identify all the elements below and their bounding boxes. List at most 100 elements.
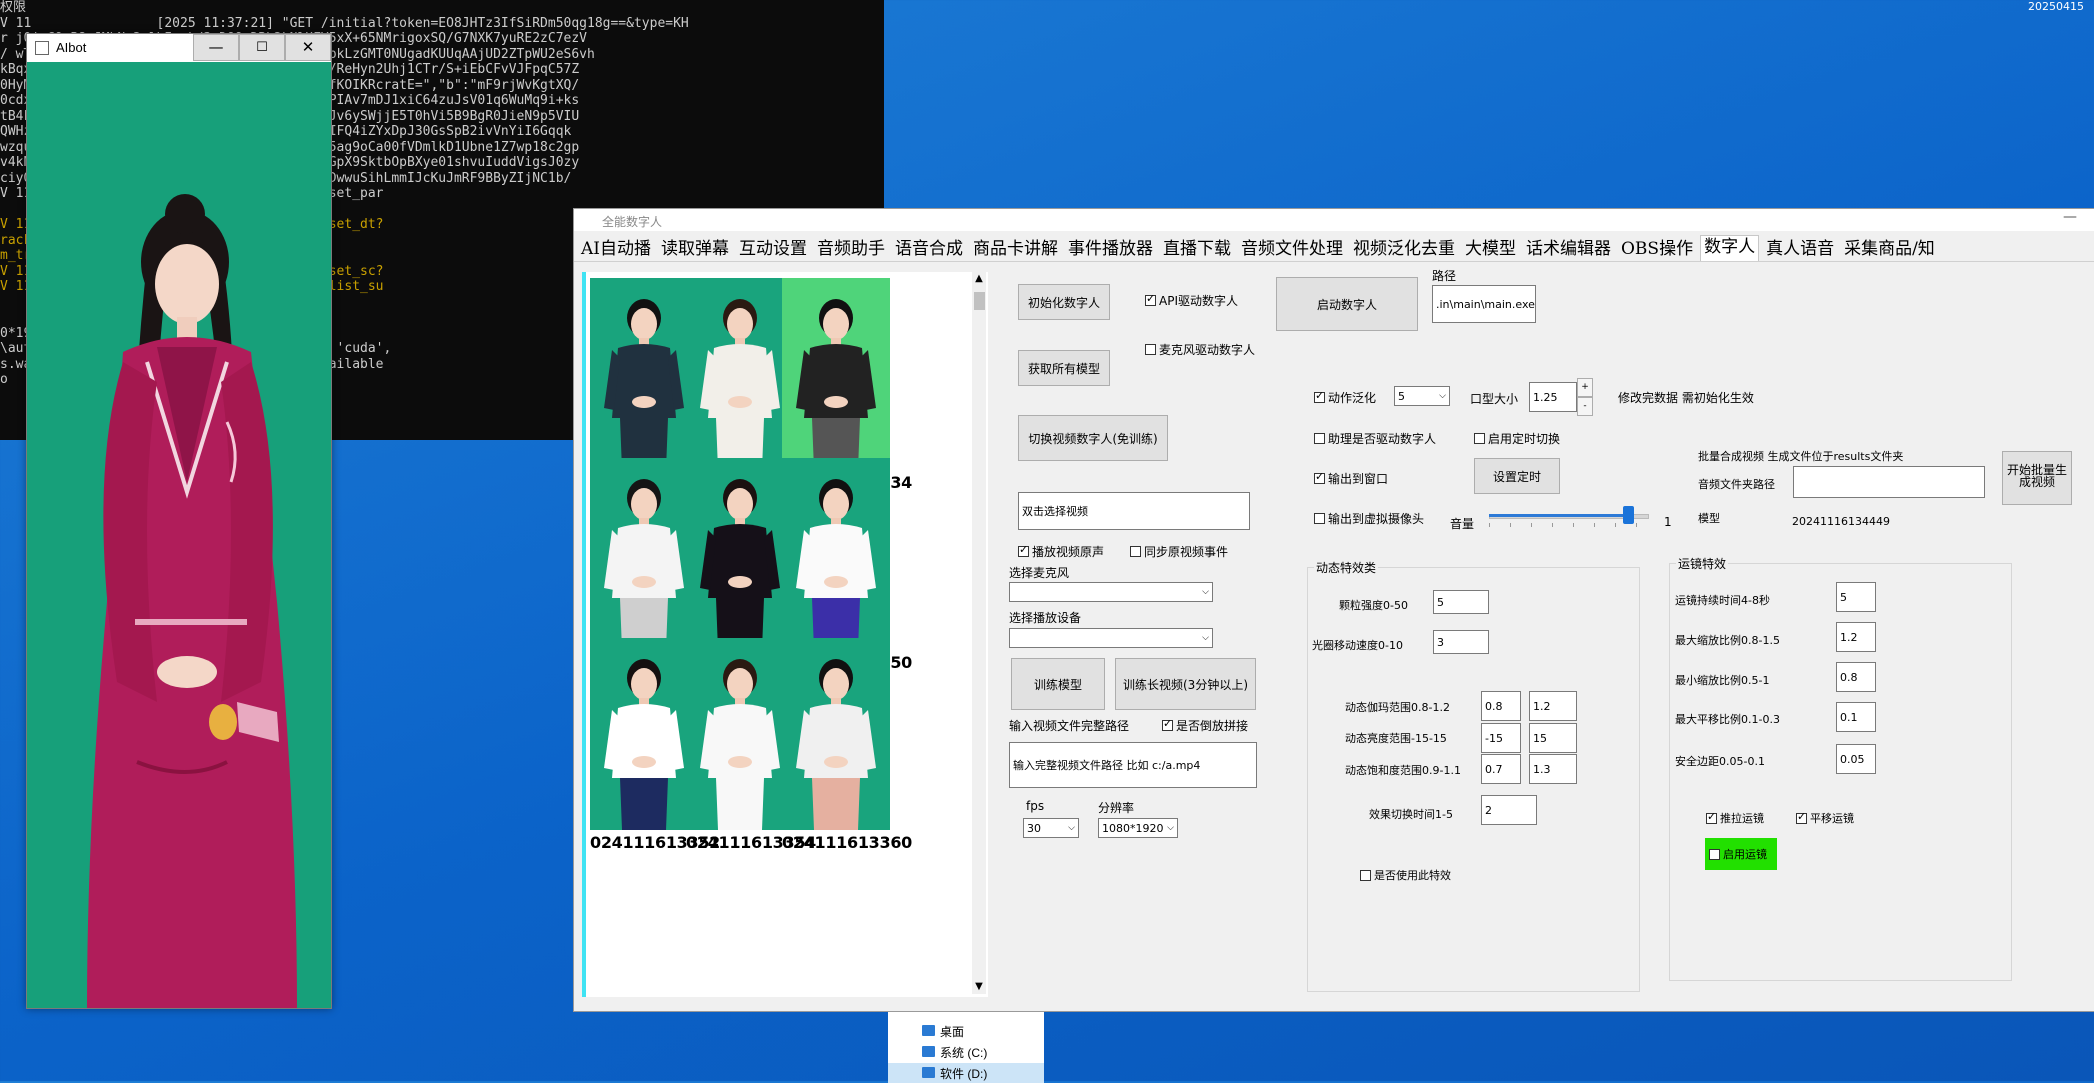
checkbox-box[interactable]	[1360, 869, 1371, 881]
explorer-item-drive-c[interactable]: 系统 (C:)	[888, 1042, 1044, 1062]
model-thumbnail[interactable]	[590, 638, 698, 830]
scroll-thumb[interactable]	[974, 292, 985, 310]
switch-video-avatar-button[interactable]: 切换视频数字人(免训练)	[1018, 415, 1168, 461]
model-thumbnail[interactable]	[686, 278, 794, 470]
switch-time-input[interactable]: 2	[1481, 795, 1537, 825]
select-video-field[interactable]: 双击选择视频	[1018, 492, 1250, 530]
checkbox-box[interactable]	[1145, 292, 1156, 306]
get-all-models-button[interactable]: 获取所有模型	[1018, 350, 1110, 386]
tab-15[interactable]: 采集商品/知	[1841, 238, 1938, 260]
grain-input[interactable]: 5	[1433, 590, 1489, 614]
start-batch-button[interactable]: 开始批量生成视频	[2002, 451, 2072, 505]
assistant-drive-checkbox[interactable]: 助理是否驱动数字人	[1314, 430, 1436, 447]
api-drive-checkbox[interactable]: API驱动数字人	[1145, 292, 1238, 309]
train-long-video-button[interactable]: 训练长视频(3分钟以上)	[1115, 658, 1256, 710]
gallery-scrollbar[interactable]: ▲ ▼	[972, 272, 986, 994]
video-path-input[interactable]: 输入完整视频文件路径 比如 c:/a.mp4	[1009, 742, 1257, 788]
checkbox-box[interactable]	[1796, 810, 1807, 824]
model-thumbnail[interactable]	[686, 638, 794, 830]
use-effect-checkbox[interactable]: 是否使用此特效	[1360, 867, 1451, 883]
path-input[interactable]: .in\main\main.exe	[1432, 285, 1536, 323]
checkbox-box[interactable]	[1314, 513, 1325, 524]
action-generalize-select[interactable]: 5 ⌵	[1394, 386, 1450, 406]
model-thumbnail[interactable]	[782, 638, 890, 830]
tab-13[interactable]: 数字人	[1700, 235, 1760, 261]
scroll-down-icon[interactable]: ▼	[972, 980, 986, 994]
mic-drive-checkbox[interactable]: 麦克风驱动数字人	[1145, 341, 1255, 358]
pan-checkbox[interactable]: 平移运镜	[1796, 810, 1854, 826]
enable-camera-toggle[interactable]: 启用运镜	[1705, 838, 1777, 870]
model-thumbnail[interactable]	[590, 278, 698, 470]
margin-input[interactable]: 0.05	[1836, 744, 1876, 774]
start-digital-human-button[interactable]: 启动数字人	[1276, 277, 1418, 331]
tab-11[interactable]: 话术编辑器	[1523, 238, 1614, 260]
play-original-audio-checkbox[interactable]: 播放视频原声	[1018, 543, 1104, 560]
tab-7[interactable]: 直播下载	[1160, 238, 1234, 260]
minimize-button[interactable]: —	[2063, 209, 2077, 225]
model-thumbnail[interactable]	[590, 458, 698, 650]
min-zoom-input[interactable]: 0.8	[1836, 662, 1876, 692]
checkbox-box[interactable]	[1709, 848, 1720, 860]
halo-input[interactable]: 3	[1433, 630, 1489, 654]
playback-device-select[interactable]: ⌵	[1009, 628, 1213, 648]
mouth-size-spinner[interactable]: + -	[1577, 378, 1593, 416]
max-zoom-input[interactable]: 1.2	[1836, 622, 1876, 652]
maximize-button[interactable]: ☐	[239, 34, 285, 61]
mouth-size-input[interactable]: 1.25	[1529, 382, 1577, 412]
model-card[interactable]: 024111613354	[686, 638, 816, 863]
checkbox-box[interactable]	[1314, 470, 1325, 484]
model-thumbnail[interactable]	[782, 278, 890, 470]
gamma-min-input[interactable]: 0.8	[1481, 691, 1521, 721]
saturation-min-input[interactable]: 0.7	[1481, 754, 1521, 784]
tab-12[interactable]: OBS操作	[1618, 238, 1696, 260]
push-pull-checkbox[interactable]: 推拉运镜	[1706, 810, 1764, 826]
duration-input[interactable]: 5	[1836, 582, 1876, 612]
tab-3[interactable]: 音频助手	[814, 238, 888, 260]
model-card[interactable]: 024111613360	[782, 638, 912, 863]
audio-folder-input[interactable]	[1793, 466, 1985, 498]
model-thumbnail[interactable]	[782, 458, 890, 650]
explorer-item-desktop[interactable]: 桌面	[888, 1021, 1044, 1041]
train-model-button[interactable]: 训练模型	[1011, 658, 1105, 710]
checkbox-box[interactable]	[1314, 389, 1325, 403]
max-pan-input[interactable]: 0.1	[1836, 702, 1876, 732]
checkbox-box[interactable]	[1130, 546, 1141, 557]
model-card[interactable]: 024111613352	[590, 638, 720, 863]
resolution-select[interactable]: 1080*1920 ⌵	[1098, 818, 1178, 838]
saturation-max-input[interactable]: 1.3	[1529, 754, 1577, 784]
volume-slider[interactable]	[1489, 506, 1649, 527]
tab-6[interactable]: 事件播放器	[1065, 238, 1156, 260]
checkbox-box[interactable]	[1314, 433, 1325, 444]
action-generalize-checkbox[interactable]: 动作泛化	[1314, 389, 1376, 406]
scroll-up-icon[interactable]: ▲	[972, 272, 986, 286]
fps-select[interactable]: 30 ⌵	[1023, 818, 1079, 838]
init-digital-human-button[interactable]: 初始化数字人	[1018, 284, 1110, 320]
sync-events-checkbox[interactable]: 同步原视频事件	[1130, 543, 1228, 560]
model-thumbnail[interactable]	[686, 458, 794, 650]
explorer-item-drive-d[interactable]: 软件 (D:)	[888, 1063, 1044, 1083]
gamma-max-input[interactable]: 1.2	[1529, 691, 1577, 721]
tab-0[interactable]: AI自动播	[578, 238, 654, 260]
virtual-camera-checkbox[interactable]: 输出到虚拟摄像头	[1314, 510, 1424, 527]
mic-select[interactable]: ⌵	[1009, 582, 1213, 602]
reverse-splice-checkbox[interactable]: 是否倒放拼接	[1162, 717, 1248, 734]
set-timer-button[interactable]: 设置定时	[1474, 458, 1560, 494]
tab-4[interactable]: 语音合成	[892, 238, 966, 260]
tab-5[interactable]: 商品卡讲解	[970, 238, 1061, 260]
close-button[interactable]: ✕	[285, 34, 331, 61]
checkbox-box[interactable]	[1706, 810, 1717, 824]
tab-8[interactable]: 音频文件处理	[1238, 238, 1346, 260]
checkbox-box[interactable]	[1162, 717, 1173, 731]
brightness-min-input[interactable]: -15	[1481, 723, 1521, 753]
tab-1[interactable]: 读取弹幕	[658, 238, 732, 260]
tab-9[interactable]: 视频泛化去重	[1350, 238, 1458, 260]
checkbox-box[interactable]	[1145, 344, 1156, 355]
minimize-button[interactable]: —	[193, 34, 239, 61]
enable-camera-checkbox[interactable]: 启用运镜	[1709, 846, 1767, 862]
timed-switch-checkbox[interactable]: 启用定时切换	[1474, 430, 1560, 447]
tab-2[interactable]: 互动设置	[736, 238, 810, 260]
spin-down-icon[interactable]: -	[1577, 397, 1593, 416]
brightness-max-input[interactable]: 15	[1529, 723, 1577, 753]
checkbox-box[interactable]	[1018, 543, 1029, 557]
output-window-checkbox[interactable]: 输出到窗口	[1314, 470, 1388, 487]
